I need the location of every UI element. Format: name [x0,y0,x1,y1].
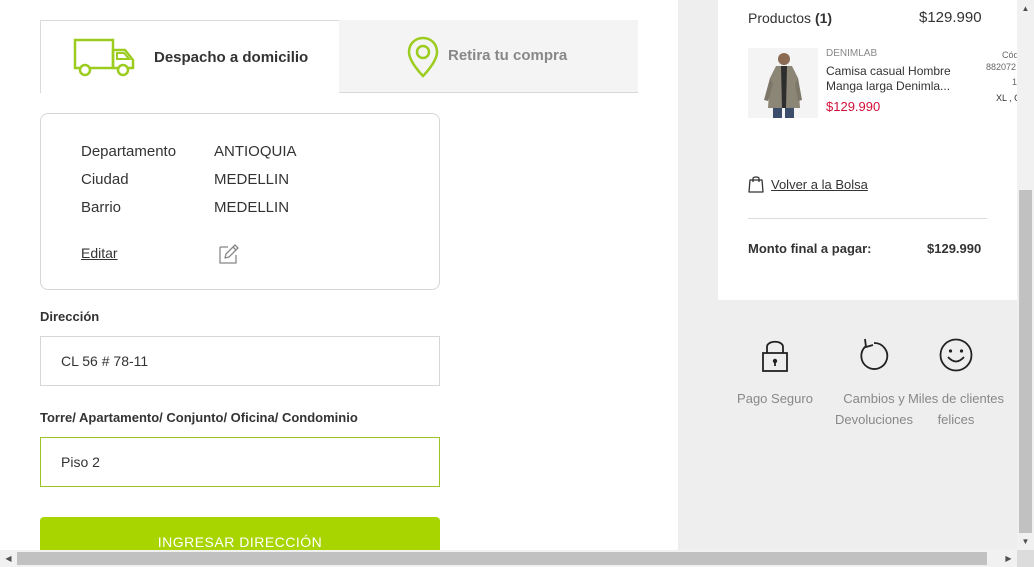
unit-field-label: Torre/ Apartamento/ Conjunto/ Oficina/ C… [40,410,358,425]
scroll-up-arrow-icon[interactable]: ▲ [1017,0,1034,17]
checkout-page: Despacho a domicilio Retira tu compra De… [0,0,1017,550]
city-label: Ciudad [81,171,129,188]
delivery-tabs: Despacho a domicilio Retira tu compra [40,20,638,93]
rotate-icon [860,338,889,370]
products-heading: Productos (1) [748,10,832,26]
horizontal-scroll-thumb[interactable] [17,552,987,565]
benefit-happy-clients: Miles de clientes felices [901,337,1011,430]
tab-store-pickup-label: Retira tu compra [448,47,568,64]
horizontal-scrollbar[interactable]: ◀ ▶ [0,550,1017,567]
shopping-bag-icon [748,176,764,193]
back-to-bag-link[interactable]: Volver a la Bolsa [771,177,868,192]
scroll-right-arrow-icon[interactable]: ▶ [1000,550,1017,567]
products-label: Productos [748,10,812,26]
products-count: (1) [814,10,833,26]
address-input[interactable] [40,336,440,386]
final-amount-label: Monto final a pagar: [748,241,872,256]
benefit-secure-payment-text: Pago Seguro [737,391,813,406]
final-amount-value: $129.990 [927,241,982,256]
products-total: $129.990 [919,9,982,26]
product-code-value: 882072 [986,62,1017,72]
scrollbar-corner [1017,550,1034,567]
product-price: $129.990 [826,99,881,114]
product-brand: DENIMLAB [826,48,878,59]
department-value: ANTIOQUIA [214,143,297,160]
summary-divider [748,218,987,219]
department-label: Departamento [81,143,177,160]
tab-home-delivery-label: Despacho a domicilio [154,49,309,66]
benefit-happy-clients-text: Miles de clientes felices [907,391,1005,427]
lock-icon [762,340,788,372]
smiley-icon [939,338,973,372]
edit-pencil-icon[interactable] [217,243,239,265]
neighborhood-value: MEDELLIN [214,199,290,216]
tab-home-delivery[interactable]: Despacho a domicilio [40,20,340,93]
scroll-left-arrow-icon[interactable]: ◀ [0,550,17,567]
truck-icon [73,38,135,77]
edit-address-link[interactable]: Editar [81,245,118,261]
address-field-label: Dirección [40,309,100,324]
neighborhood-label: Barrio [81,199,122,216]
product-image [748,48,818,118]
vertical-scroll-thumb[interactable] [1019,190,1032,533]
product-name[interactable]: Camisa casual Hombre Manga larga Denimla… [826,64,986,94]
product-thumbnail[interactable] [748,48,818,118]
location-pin-icon [407,36,439,78]
address-card: Departamento ANTIOQUIA Ciudad MEDELLIN B… [40,113,440,290]
product-size: XL , C [996,93,1017,103]
order-summary: Productos (1) $129.990 DENIMLAB Camisa c… [718,0,1017,300]
unit-input[interactable] [40,437,440,487]
scroll-down-arrow-icon[interactable]: ▼ [1017,533,1034,550]
product-code-label: Cód [1002,50,1017,60]
city-value: MEDELLIN [214,171,290,188]
vertical-scrollbar[interactable]: ▲ ▼ [1017,0,1034,550]
benefit-secure-payment: Pago Seguro [720,337,830,409]
submit-address-button[interactable]: INGRESAR DIRECCIÓN [40,517,440,550]
tab-store-pickup[interactable]: Retira tu compra [339,20,638,93]
